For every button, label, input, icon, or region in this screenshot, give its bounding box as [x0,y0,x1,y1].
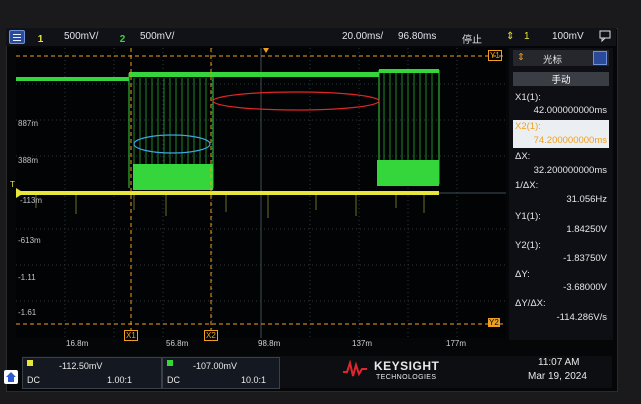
dx-value: 32.200000000ms [533,165,607,176]
y2-cursor-marker[interactable]: Y2 [488,318,500,327]
cursor-panel-title: 光标 [543,55,563,66]
y-tick-label: -613m [18,236,41,245]
panel-menu-icon[interactable] [593,51,607,65]
trigger-channel[interactable]: 1 [524,31,530,42]
y1-label: Y1(1): [515,211,541,222]
home-icon[interactable] [4,370,18,384]
x1-value[interactable]: 42.000000000ms [534,105,607,116]
dydx-value: -114.286V/s [556,312,607,323]
ch1-offset: -112.50mV [59,361,103,371]
y2-value[interactable]: -1.83750V [563,253,607,264]
x1-label: X1(1): [515,92,541,103]
dy-label: ΔY: [515,269,530,280]
cursor-icon: ⇕ [517,52,525,63]
y2-label: Y2(1): [515,240,541,251]
top-status-bar: 1 500mV/ 2 500mV/ 20.00ms/ 96.80ms 停止 ⇕ … [6,28,616,46]
brand-subtitle: TECHNOLOGIES [376,374,437,381]
ch2-coupling: DC [167,375,180,385]
ch1-number: 1 [37,34,44,45]
y-tick-label: -1.11 [18,273,36,282]
y-tick-label: 887m [18,119,39,128]
trigger-level[interactable]: 100mV [552,31,584,42]
inv-dx-label: 1/ΔX: [515,180,539,191]
x2-label: X2(1): [515,121,541,132]
ch1-info-box[interactable]: -112.50mV DC 1.00:1 [22,357,162,389]
timebase[interactable]: 20.00ms/ [342,31,383,42]
x-tick-label: 177m [446,339,467,348]
ch1-coupling: DC [27,375,40,385]
trigger-icon: ⇕ [506,31,515,42]
dydx-label: ΔY/ΔX: [515,298,546,309]
x-axis-labels: 16.8m 56.8m 98.8m 137m 177m [16,338,506,350]
trigger-marker: T [10,180,15,189]
help-icon[interactable] [599,30,611,45]
inv-dx-value: 31.056Hz [566,194,607,205]
y1-cursor-marker[interactable]: Y1 [488,50,502,61]
ch2-info-box[interactable]: -107.00mV DC 10.0:1 [162,357,280,389]
ch1-color-swatch [27,360,33,366]
x2-value[interactable]: 74.200000000ms [534,135,607,146]
ch1-scale[interactable]: 500mV/ [64,31,98,42]
time-delay[interactable]: 96.80ms [398,31,436,42]
ch2-color-swatch [167,360,173,366]
brand-name: KEYSIGHT [374,359,440,373]
keysight-logo-icon [342,359,368,378]
waveform-svg [16,48,506,338]
y1-value[interactable]: 1.84250V [566,224,607,235]
clock-date: Mar 19, 2024 [528,371,587,382]
cursor-panel-header[interactable]: ⇕ 光标 [513,50,609,66]
ch1-probe: 1.00:1 [107,375,133,385]
x-tick-label: 56.8m [166,339,189,348]
ch2-number: 2 [119,34,126,45]
clock-time: 11:07 AM [538,357,580,368]
y-tick-label: -113m [20,196,43,205]
run-state[interactable]: 停止 [462,31,482,46]
ch2-offset: -107.00mV [193,361,238,371]
cursor-mode[interactable]: 手动 [513,72,609,86]
x-tick-label: 98.8m [258,339,281,348]
ch2-scale[interactable]: 500mV/ [140,31,174,42]
cursor-panel: ⇕ 光标 手动 X1(1): 42.000000000ms X2(1): 74.… [509,48,613,340]
waveform-display[interactable]: 887m 388m -113m -613m -1.11 -1.61 T Y1 Y… [10,48,506,341]
dx-label: ΔX: [515,151,531,162]
y-tick-label: 388m [18,156,39,165]
dy-value: -3.68000V [563,282,607,293]
menu-icon[interactable] [9,30,25,44]
ch2-probe: 10.0:1 [241,375,267,385]
x-tick-label: 16.8m [66,339,89,348]
bottom-status-bar: -112.50mV DC 1.00:1 -107.00mV DC 10.0:1 … [4,356,612,389]
y-tick-label: -1.61 [18,308,37,317]
x-tick-label: 137m [352,339,373,348]
